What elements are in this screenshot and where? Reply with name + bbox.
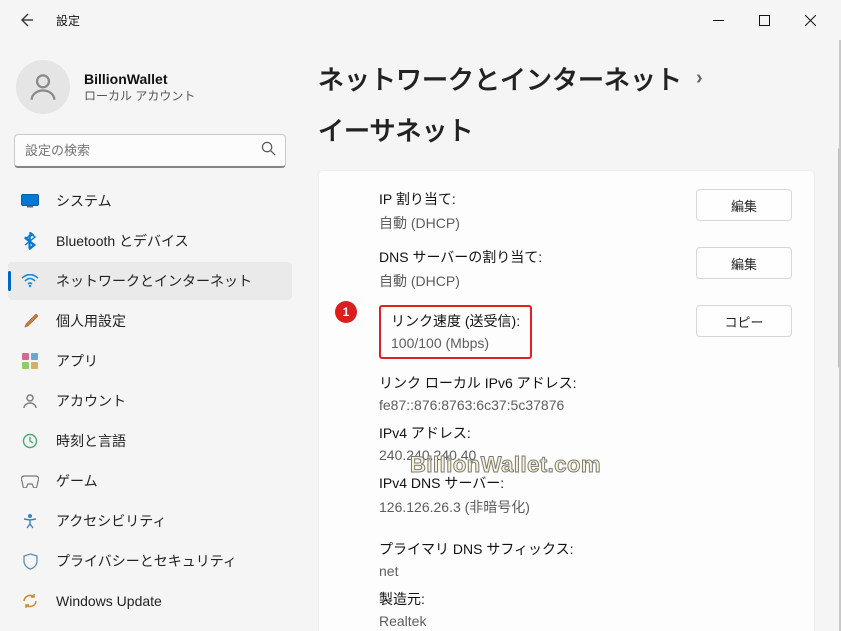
edit-button[interactable]: 編集 [696,189,792,221]
row-value: Realtek [379,613,792,629]
row-manufacturer: 製造元: Realtek [379,589,792,629]
row-ipv4-dns: IPv4 DNS サーバー: 126.126.26.3 (非暗号化) [379,473,792,517]
wifi-icon [20,271,40,291]
sidebar-item-update[interactable]: Windows Update [8,582,292,620]
sidebar-item-label: ネットワークとインターネット [56,271,252,291]
minimize-icon [713,15,724,26]
row-value: 自動 (DHCP) [379,213,686,233]
sidebar-item-label: 個人用設定 [56,311,126,331]
row-label: リンク ローカル IPv6 アドレス: [379,373,792,393]
breadcrumb-current: イーサネット [318,111,473,148]
shield-icon [20,551,40,571]
sidebar-item-label: システム [56,191,112,211]
sidebar-item-accessibility[interactable]: アクセシビリティ [8,502,292,540]
update-icon [20,591,40,611]
person-icon [26,70,60,104]
row-value: 126.126.26.3 (非暗号化) [379,497,792,517]
row-ip-assignment: IP 割り当て: 自動 (DHCP) 編集 [379,189,792,233]
row-value: fe87::876:8763:6c37:5c37876 [379,397,792,413]
row-link-speed: 1 リンク速度 (送受信): 100/100 (Mbps) コピー [379,305,792,359]
brush-icon [20,311,40,331]
breadcrumb-parent[interactable]: ネットワークとインターネット [318,60,682,97]
display-icon [20,191,40,211]
row-label: リンク速度 (送受信): [391,311,520,331]
accessibility-icon [20,511,40,531]
sidebar-item-system[interactable]: システム [8,182,292,220]
row-dns-suffix: プライマリ DNS サフィックス: net [379,539,792,579]
window-title: 設定 [56,12,80,29]
account-icon [20,391,40,411]
row-ipv4: IPv4 アドレス: 240.240.240.40 [379,423,792,463]
back-button[interactable] [8,2,44,38]
row-label: IPv4 DNS サーバー: [379,473,792,493]
sidebar-item-network[interactable]: ネットワークとインターネット [8,262,292,300]
sidebar: BillionWallet ローカル アカウント システム Bluetooth … [0,40,300,631]
clock-icon [20,431,40,451]
row-label: 製造元: [379,589,792,609]
sidebar-item-label: Bluetooth とデバイス [56,231,189,251]
row-value: 自動 (DHCP) [379,271,686,291]
sidebar-item-label: アクセシビリティ [56,511,166,531]
sidebar-item-gaming[interactable]: ゲーム [8,462,292,500]
row-label: IP 割り当て: [379,189,686,209]
row-ipv6-local: リンク ローカル IPv6 アドレス: fe87::876:8763:6c37:… [379,373,792,413]
apps-icon [20,351,40,371]
row-value: net [379,563,792,579]
avatar [16,60,70,114]
user-name: BillionWallet [84,71,195,87]
sidebar-item-time[interactable]: 時刻と言語 [8,422,292,460]
row-dns-assignment: DNS サーバーの割り当て: 自動 (DHCP) 編集 [379,247,792,291]
sidebar-item-label: 時刻と言語 [56,431,126,451]
sidebar-item-bluetooth[interactable]: Bluetooth とデバイス [8,222,292,260]
row-label: プライマリ DNS サフィックス: [379,539,792,559]
arrow-left-icon [18,12,34,28]
bluetooth-icon [20,231,40,251]
search-container [14,134,286,168]
sidebar-item-label: Windows Update [56,593,162,609]
row-value: 100/100 (Mbps) [391,335,520,351]
window-controls [695,4,833,36]
settings-panel: IP 割り当て: 自動 (DHCP) 編集 DNS サーバーの割り当て: 自動 … [318,170,815,631]
sidebar-item-label: ゲーム [56,471,98,491]
edit-button[interactable]: 編集 [696,247,792,279]
sidebar-item-privacy[interactable]: プライバシーとセキュリティ [8,542,292,580]
row-label: DNS サーバーの割り当て: [379,247,686,267]
minimize-button[interactable] [695,4,741,36]
search-icon [261,141,276,161]
sidebar-item-personalize[interactable]: 個人用設定 [8,302,292,340]
sidebar-item-label: プライバシーとセキュリティ [56,551,237,571]
sidebar-item-apps[interactable]: アプリ [8,342,292,380]
titlebar: 設定 [0,0,841,40]
gamepad-icon [20,471,40,491]
search-input[interactable] [14,134,286,168]
close-button[interactable] [787,4,833,36]
callout-badge: 1 [335,301,357,323]
maximize-button[interactable] [741,4,787,36]
user-subtitle: ローカル アカウント [84,87,195,104]
close-icon [805,15,816,26]
breadcrumb: ネットワークとインターネット › イーサネット [318,60,815,148]
copy-button[interactable]: コピー [696,305,792,337]
chevron-right-icon: › [696,67,703,90]
sidebar-item-label: アカウント [56,391,126,411]
sidebar-item-accounts[interactable]: アカウント [8,382,292,420]
row-label: IPv4 アドレス: [379,423,792,443]
highlight-box: リンク速度 (送受信): 100/100 (Mbps) [379,305,532,359]
user-profile[interactable]: BillionWallet ローカル アカウント [8,48,292,130]
row-value: 240.240.240.40 [379,447,792,463]
maximize-icon [759,15,770,26]
main-content: ネットワークとインターネット › イーサネット IP 割り当て: 自動 (DHC… [300,40,841,631]
nav-list: システム Bluetooth とデバイス ネットワークとインターネット 個人用設… [8,182,292,620]
sidebar-item-label: アプリ [56,351,98,371]
